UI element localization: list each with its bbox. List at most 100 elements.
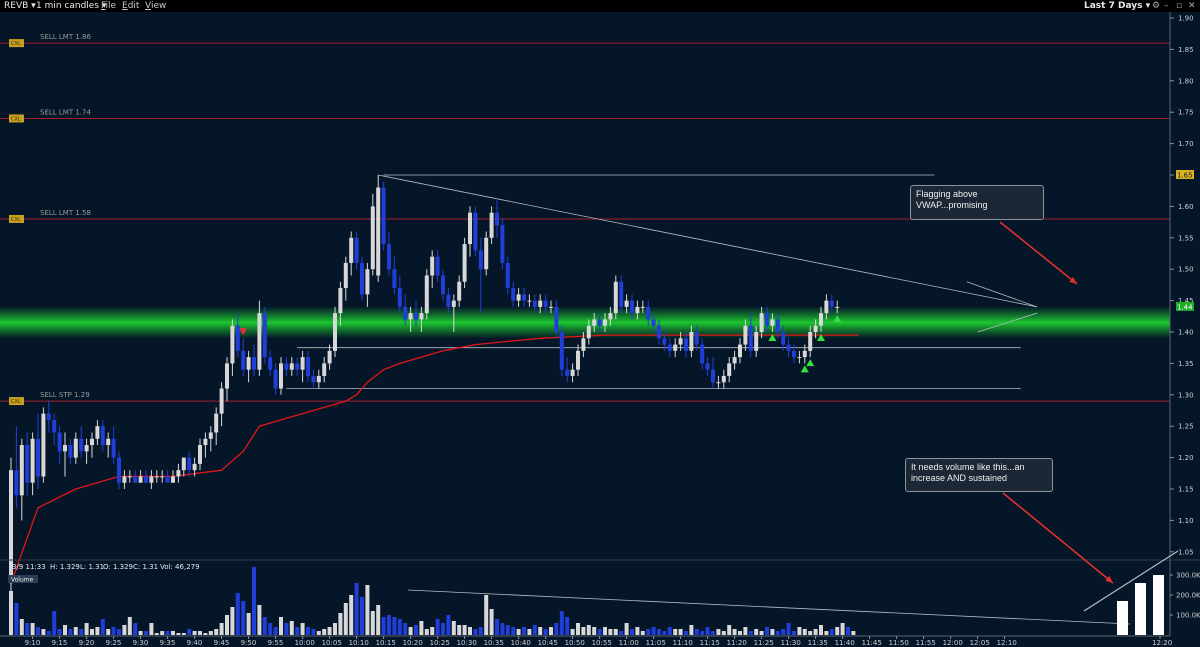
volume-bar xyxy=(230,607,235,635)
candle-body xyxy=(165,476,170,483)
menu-view[interactable]: View xyxy=(145,0,166,12)
timeframe-selector[interactable]: 1 min candles ▾ xyxy=(36,0,106,12)
volume-bar xyxy=(246,613,251,635)
candle-body xyxy=(90,438,94,446)
candle-body xyxy=(387,244,391,270)
time-tick-label: 11:10 xyxy=(673,639,693,647)
time-tick-label: 10:45 xyxy=(538,639,558,647)
time-tick-label: 10:25 xyxy=(430,639,450,647)
price-tick-label: 1.55 xyxy=(1178,234,1194,242)
volume-bar xyxy=(430,627,435,635)
candle-body xyxy=(160,476,165,478)
time-tick-label: 11:45 xyxy=(862,639,882,647)
candle-body xyxy=(538,300,543,307)
volume-bar xyxy=(500,623,505,635)
volume-bar xyxy=(738,631,742,635)
volume-bar xyxy=(73,627,78,635)
candle-body xyxy=(592,319,597,326)
volume-bar xyxy=(673,629,678,635)
volume-bar xyxy=(381,617,386,635)
volume-bar xyxy=(630,629,634,635)
volume-bar xyxy=(165,631,170,635)
candle-body xyxy=(549,306,553,308)
candle xyxy=(262,306,267,364)
volume-bar xyxy=(46,631,51,635)
time-tick-label: 9:45 xyxy=(214,639,230,647)
candle-body xyxy=(419,313,424,320)
menu-file[interactable]: File xyxy=(101,0,116,12)
candle-body xyxy=(343,262,348,289)
volume-bar xyxy=(597,629,602,635)
candle-body xyxy=(457,281,462,301)
volume-bar xyxy=(651,627,656,635)
order-cancel-tag-text: CXL xyxy=(11,217,21,223)
gear-icon[interactable]: ⚙ xyxy=(1152,0,1160,12)
volume-bar xyxy=(576,623,580,635)
candle-body xyxy=(273,369,278,389)
volume-bar xyxy=(797,627,802,635)
candle-body xyxy=(770,319,775,326)
volume-bar xyxy=(392,617,397,635)
candle-body xyxy=(192,463,197,471)
candle-body xyxy=(684,338,688,351)
price-tick-label: 1.50 xyxy=(1178,266,1194,274)
volume-bar xyxy=(376,605,381,635)
candle-body xyxy=(630,300,634,314)
candle-body xyxy=(381,187,386,245)
price-chart[interactable]: CXL SELL LMT 1.86 CXL SELL LMT 1.74 CXL SELL … xyxy=(0,12,1200,647)
timeframe-label: 1 min candles xyxy=(36,1,100,11)
volume-bar xyxy=(30,623,35,635)
symbol-selector[interactable]: REVB ▾ xyxy=(4,0,36,12)
volume-bar xyxy=(662,631,667,635)
candle-body xyxy=(613,281,618,314)
volume-bar xyxy=(478,627,483,635)
volume-bar xyxy=(700,631,705,635)
candle-body xyxy=(802,350,807,358)
candle-body xyxy=(376,187,381,276)
volume-bar xyxy=(338,613,343,635)
volume-bar xyxy=(570,629,575,635)
candle xyxy=(462,237,467,289)
time-tick-label: 11:55 xyxy=(916,639,936,647)
volume-bar xyxy=(63,625,67,635)
candle-body xyxy=(279,363,283,389)
volume-bar xyxy=(667,627,672,635)
volume-bar xyxy=(419,621,424,635)
candle-body xyxy=(306,357,310,376)
volume-bar xyxy=(640,631,645,635)
volume-bar xyxy=(451,621,456,635)
candle-body xyxy=(154,476,159,478)
candle-body xyxy=(576,350,580,370)
candle-body xyxy=(30,438,35,483)
order-cancel-tag-text: CXL xyxy=(11,41,21,47)
candle-body xyxy=(705,363,710,370)
time-tick-label: 10:15 xyxy=(376,639,396,647)
volume-bar xyxy=(117,629,121,635)
candle-body xyxy=(673,344,678,351)
volume-bar xyxy=(68,629,73,635)
volume-bar xyxy=(786,623,791,635)
volume-bar xyxy=(273,627,278,635)
toolbar: REVB ▾ 1 min candles ▾ File Edit View La… xyxy=(0,0,1200,12)
candle-body xyxy=(257,313,262,370)
candle-body xyxy=(759,313,764,332)
menu-edit[interactable]: Edit xyxy=(122,0,139,12)
candle-body xyxy=(46,413,51,420)
close-icon[interactable]: ✕ xyxy=(1188,0,1196,12)
candle-body xyxy=(765,313,769,326)
volume-bar xyxy=(516,629,521,635)
restore-icon[interactable]: ▫ xyxy=(1176,0,1182,12)
candle-body xyxy=(662,338,667,345)
time-tick-label: 9:30 xyxy=(133,639,149,647)
candle xyxy=(333,306,337,358)
minus-icon[interactable]: – xyxy=(1164,0,1169,12)
candle-body xyxy=(624,300,629,307)
volume-bar xyxy=(322,629,327,635)
volume-bar xyxy=(792,631,796,635)
time-tick-label: 12:20 xyxy=(1152,639,1172,647)
range-selector[interactable]: Last 7 Days ▾ xyxy=(1084,0,1150,12)
price-tick-label: 1.75 xyxy=(1178,109,1194,117)
price-tick-label: 1.05 xyxy=(1178,548,1194,556)
candle-body xyxy=(462,244,467,282)
candle-body xyxy=(651,319,656,326)
